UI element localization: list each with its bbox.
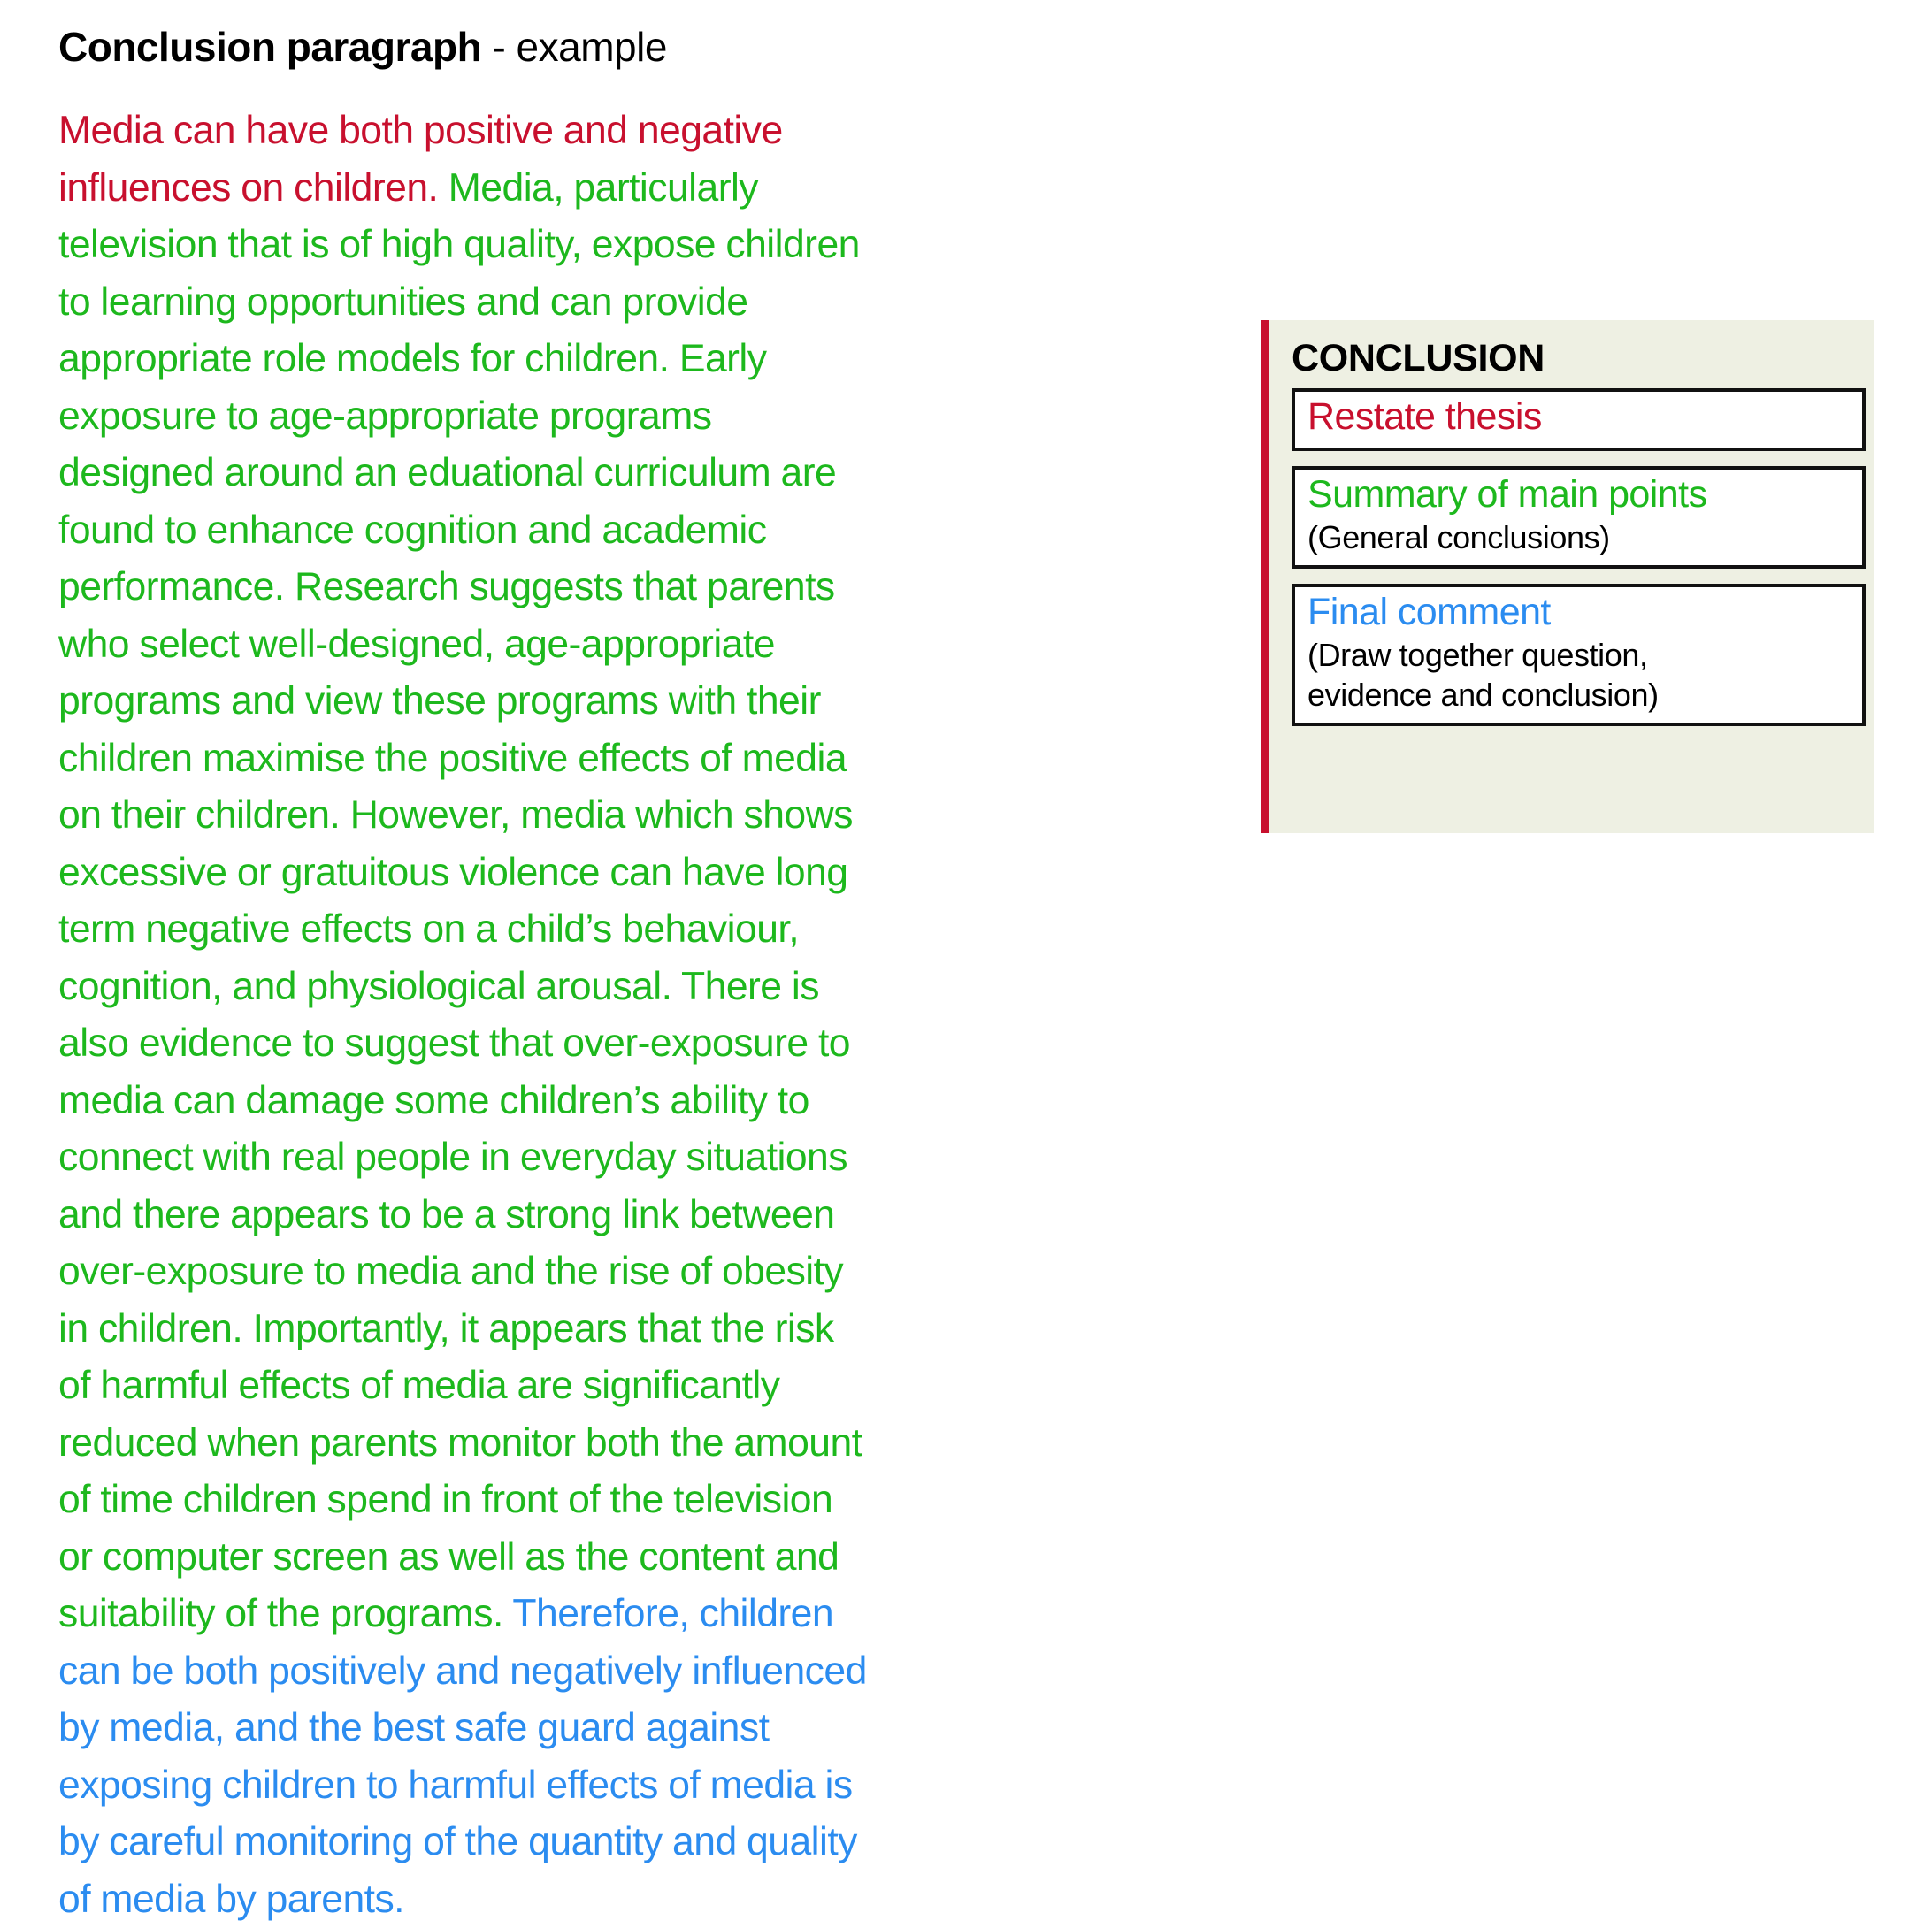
- conclusion-structure-panel: CONCLUSION Restate thesis Summary of mai…: [1261, 320, 1874, 833]
- panel-box-subtitle: (Draw together question, evidence and co…: [1307, 637, 1659, 713]
- panel-box-subtitle: (General conclusions): [1307, 519, 1610, 555]
- panel-content: CONCLUSION Restate thesis Summary of mai…: [1269, 320, 1874, 833]
- paragraph-segment-final-comment: Therefore, children can be both positive…: [58, 1592, 867, 1921]
- panel-box-restate-thesis: Restate thesis: [1292, 388, 1866, 451]
- page-title-strong: Conclusion paragraph: [58, 24, 482, 70]
- page-title-rest: - example: [481, 24, 667, 70]
- panel-heading: CONCLUSION: [1292, 337, 1545, 379]
- paragraph-segment-summary-of-main-points: Media, particularly television that is o…: [58, 165, 862, 1636]
- panel-accent-bar: [1261, 320, 1269, 833]
- panel-box-title: Restate thesis: [1307, 395, 1542, 438]
- conclusion-paragraph: Media can have both positive and negativ…: [58, 103, 868, 1928]
- page-title: Conclusion paragraph - example: [58, 25, 667, 70]
- panel-box-title: Summary of main points: [1307, 473, 1707, 516]
- panel-box-final-comment: Final comment (Draw together question, e…: [1292, 584, 1866, 726]
- panel-box-title: Final comment: [1307, 591, 1551, 633]
- panel-box-summary-of-main-points: Summary of main points (General conclusi…: [1292, 466, 1866, 569]
